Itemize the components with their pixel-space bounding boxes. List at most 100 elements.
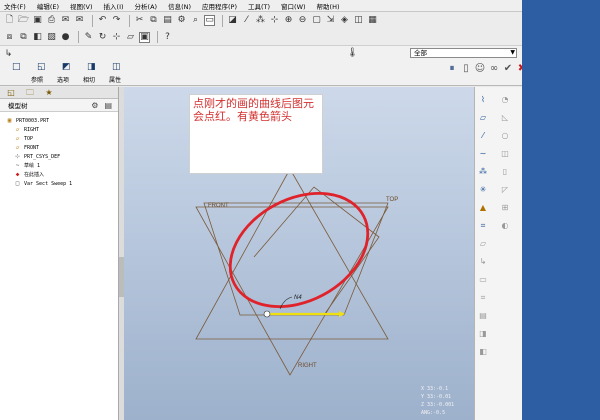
folder-tab-icon[interactable]: 🗀 <box>23 88 37 98</box>
verify-icon[interactable]: ☺ <box>474 63 486 75</box>
window2-icon[interactable]: ⧉ <box>18 32 29 43</box>
model-icon[interactable]: ▣ <box>139 31 150 43</box>
tree-filter-icon[interactable]: ▤ <box>104 101 112 110</box>
axis-icon[interactable]: ⁄ <box>478 131 488 141</box>
menu-info[interactable]: 信息(N) <box>168 1 191 11</box>
view-icon[interactable]: ◈ <box>339 15 350 26</box>
globe-icon[interactable]: ● <box>60 32 71 43</box>
email2-icon[interactable]: ✉ <box>74 15 85 26</box>
draft-icon[interactable]: ◸ <box>500 185 510 195</box>
menu-help[interactable]: 帮助(H) <box>317 1 340 11</box>
redo-icon[interactable]: ↷ <box>111 15 122 26</box>
blend-icon[interactable]: ▭ <box>478 275 488 285</box>
pattern-icon[interactable]: ⊞ <box>500 203 510 213</box>
analysis-icon[interactable]: ▲ <box>478 203 488 213</box>
orient-icon[interactable]: ⇲ <box>325 15 336 26</box>
regenerate-icon[interactable]: ⚙ <box>176 15 187 26</box>
open-icon[interactable]: 🗁 <box>18 15 29 26</box>
window-icon[interactable]: ⧈ <box>4 32 15 43</box>
offset-icon[interactable]: ◨ <box>478 329 488 339</box>
tab-references[interactable]: 参照 <box>24 75 50 84</box>
accept-icon[interactable]: ✔ <box>502 63 514 75</box>
sketch-section-icon[interactable]: ◫ <box>112 62 123 72</box>
datum-plane-top[interactable] <box>195 206 389 376</box>
model-tree-tab-icon[interactable]: ◱ <box>4 88 18 98</box>
thicken-icon[interactable]: ◨ <box>87 62 98 72</box>
select-icon[interactable]: ▭ <box>204 15 215 26</box>
copy-icon[interactable]: ⧉ <box>148 15 159 26</box>
tree-item-front[interactable]: ▱ FRONT <box>14 143 118 152</box>
zoom-out-icon[interactable]: ⊖ <box>297 15 308 26</box>
menu-file[interactable]: 文件(F) <box>4 1 26 11</box>
tree-item-part[interactable]: ▣ PRT0003.PRT <box>6 116 118 125</box>
tree-item-csys[interactable]: ⊹ PRT_CSYS_DEF <box>14 152 118 161</box>
datum-curve-icon[interactable]: ⌇ <box>478 95 488 105</box>
tree-item-insert-here[interactable]: ◆ 在此插入 <box>14 170 118 179</box>
sketch-curve-icon[interactable]: ∼ <box>478 149 488 159</box>
menu-applications[interactable]: 应用程序(P) <box>202 1 237 11</box>
selection-filter[interactable]: 全部 ▼ <box>410 48 517 58</box>
datum-plane-icon[interactable]: ▱ <box>478 113 488 123</box>
tree-item-sketch[interactable]: ~ 草绘 1 <box>14 161 118 170</box>
extrude-icon[interactable]: ⌗ <box>478 221 488 231</box>
menu-insert[interactable]: 插入(I) <box>104 1 124 11</box>
menu-edit[interactable]: 编辑(E) <box>37 1 59 11</box>
help-icon[interactable]: ? <box>162 32 173 43</box>
tab-tangency[interactable]: 相切 <box>76 75 102 84</box>
sketch-icon: ~ <box>15 162 20 169</box>
shade-icon[interactable]: ◧ <box>32 32 43 43</box>
menu-tools[interactable]: 工具(T) <box>248 1 270 11</box>
rib-icon[interactable]: ▯ <box>500 167 510 177</box>
pause-icon[interactable]: ⏸ <box>446 63 458 75</box>
glasses-icon[interactable]: ∞ <box>488 63 500 75</box>
menu-view[interactable]: 视图(V) <box>70 1 93 11</box>
datum-display-icon[interactable]: ◪ <box>227 15 238 26</box>
menu-analysis[interactable]: 分析(A) <box>135 1 158 11</box>
csys-icon[interactable]: ✳ <box>478 185 488 195</box>
merge-icon[interactable]: ⌗ <box>478 293 488 303</box>
thicken-icon[interactable]: ◧ <box>478 347 488 357</box>
tree-item-right[interactable]: ▱ RIGHT <box>14 125 118 134</box>
point-icon[interactable]: ⁂ <box>478 167 488 177</box>
tree-item-top[interactable]: ▱ TOP <box>14 134 118 143</box>
start-point[interactable] <box>263 310 271 318</box>
csys-icon[interactable]: ⊹ <box>269 15 280 26</box>
point-icon[interactable]: ⁂ <box>255 15 266 26</box>
mirror-icon[interactable]: ◐ <box>500 221 510 231</box>
favorites-tab-icon[interactable]: ★ <box>42 88 56 98</box>
save-icon[interactable]: ▣ <box>32 15 43 26</box>
layer-icon[interactable]: ◫ <box>353 15 364 26</box>
print-icon[interactable]: ⎙ <box>46 15 57 26</box>
tree-settings-icon[interactable]: ⚙ <box>91 101 98 110</box>
datum-plane-icon[interactable]: ▱ <box>125 32 136 43</box>
sweep-icon[interactable]: ↳ <box>478 257 488 267</box>
paste-icon[interactable]: ▤ <box>162 15 173 26</box>
solid-icon[interactable]: □ <box>12 62 23 72</box>
new-icon[interactable]: 🗋 <box>4 15 15 26</box>
remove-material-icon[interactable]: ◩ <box>62 62 73 72</box>
undo-icon[interactable]: ↶ <box>97 15 108 26</box>
email-icon[interactable]: ✉ <box>60 15 71 26</box>
axis-icon[interactable]: ⁄ <box>241 15 252 26</box>
tab-options[interactable]: 选项 <box>50 75 76 84</box>
surface-icon[interactable]: ◱ <box>37 62 48 72</box>
cut-icon[interactable]: ✂ <box>134 15 145 26</box>
trim-icon[interactable]: ▤ <box>478 311 488 321</box>
zoom-in-icon[interactable]: ⊕ <box>283 15 294 26</box>
refit-icon[interactable]: ▢ <box>311 15 322 26</box>
spin-icon[interactable]: ↻ <box>97 32 108 43</box>
revolve-icon[interactable]: ▱ <box>478 239 488 249</box>
shell-icon[interactable]: ◫ <box>500 149 510 159</box>
sketch-icon[interactable]: ✎ <box>83 32 94 43</box>
preview-icon[interactable]: ▯ <box>460 63 472 75</box>
tree-item-sweep[interactable]: □ Var Sect Sweep 1 <box>14 179 118 188</box>
round-icon[interactable]: ◔ <box>500 95 510 105</box>
chamfer-icon[interactable]: ◺ <box>500 113 510 123</box>
menu-window[interactable]: 窗口(W) <box>281 1 306 11</box>
find-icon[interactable]: ⌕ <box>190 15 201 26</box>
annotation-icon[interactable]: ⊹ <box>111 32 122 43</box>
saved-view-icon[interactable]: ▦ <box>367 15 378 26</box>
tab-properties[interactable]: 属性 <box>102 75 128 84</box>
wireframe-icon[interactable]: ▨ <box>46 32 57 43</box>
hole-icon[interactable]: ○ <box>500 131 510 141</box>
